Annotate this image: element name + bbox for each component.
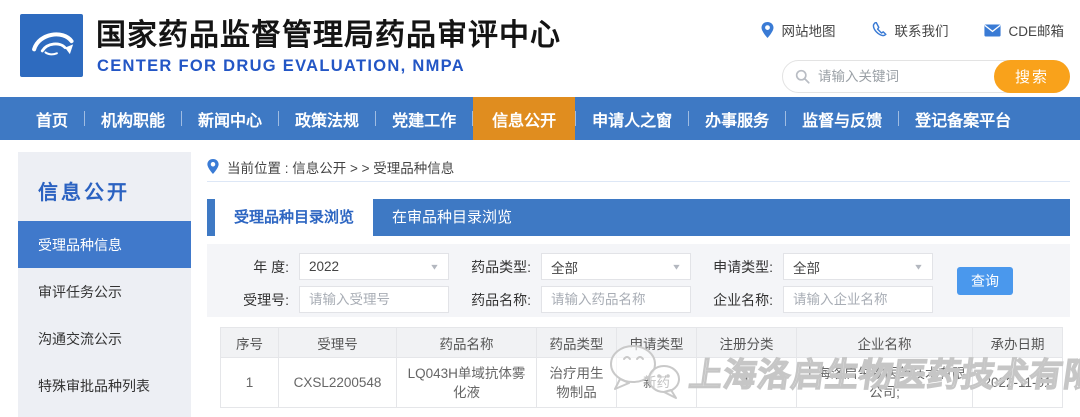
nav-item-news[interactable]: 新闻中心	[182, 97, 278, 140]
envelope-icon	[984, 24, 1001, 37]
cell-apply-type: 新药	[617, 358, 697, 408]
header-quick-links: 网站地图 联系我们 CDE邮箱	[761, 20, 1064, 40]
sidebar-item-special-approval[interactable]: 特殊审批品种列表	[18, 362, 191, 409]
search-button[interactable]: 搜索	[994, 60, 1070, 93]
drug-name-label: 药品名称:	[449, 290, 541, 310]
tab-accepted-catalog[interactable]: 受理品种目录浏览	[215, 199, 373, 236]
results-table: 序号 受理号 药品名称 药品类型 申请类型 注册分类 企业名称 承办日期 1	[220, 327, 1063, 408]
col-header-drug-name: 药品名称	[397, 328, 537, 358]
search-icon	[795, 69, 810, 84]
sidebar-item-review-tasks[interactable]: 审评任务公示	[18, 268, 191, 315]
year-label: 年 度:	[207, 257, 299, 277]
drug-type-select-value: 全部	[551, 257, 578, 277]
apply-type-select-value: 全部	[793, 257, 820, 277]
cde-logo	[20, 14, 83, 77]
col-header-company: 企业名称	[797, 328, 973, 358]
year-select[interactable]: 2022 ▼	[299, 253, 449, 280]
acceptance-no-input[interactable]	[299, 286, 449, 313]
sitemap-link[interactable]: 网站地图	[761, 20, 835, 40]
fish-swirl-icon	[26, 20, 78, 72]
nav-item-policies[interactable]: 政策法规	[279, 97, 375, 140]
query-button[interactable]: 查询	[957, 267, 1013, 295]
cde-mail-link[interactable]: CDE邮箱	[984, 20, 1064, 40]
company-name-label: 企业名称:	[691, 290, 783, 310]
location-pin-icon	[207, 159, 219, 174]
search-bar: 搜索	[782, 60, 1070, 93]
company-name-input[interactable]	[783, 286, 933, 313]
year-select-value: 2022	[309, 259, 339, 274]
breadcrumb: 当前位置 : 信息公开 > > 受理品种信息	[207, 152, 1070, 182]
cell-drug-name: LQ043H单域抗体雾化液	[397, 358, 537, 408]
chevron-down-icon: ▼	[671, 262, 682, 271]
chevron-down-icon: ▼	[429, 262, 440, 271]
cde-mail-link-label: CDE邮箱	[1008, 20, 1064, 40]
filter-row-1: 年 度: 2022 ▼ 药品类型: 全部 ▼ 申请类型: 全部 ▼	[207, 253, 1070, 280]
cell-acceptance-no: CXSL2200548	[279, 358, 397, 408]
nav-item-info-disclosure[interactable]: 信息公开	[473, 97, 575, 140]
sidebar-item-accepted-varieties[interactable]: 受理品种信息	[18, 221, 191, 268]
phone-icon	[871, 22, 887, 38]
acceptance-no-label: 受理号:	[207, 290, 299, 310]
nav-item-registration-platform[interactable]: 登记备案平台	[899, 97, 1027, 140]
contact-us-link[interactable]: 联系我们	[871, 20, 948, 40]
sidebar-item-priority-review[interactable]: 优先审评公示	[18, 409, 191, 417]
site-header: 国家药品监督管理局药品审评中心 CENTER FOR DRUG EVALUATI…	[0, 0, 1080, 97]
cell-seq: 1	[221, 358, 279, 408]
sitemap-link-label: 网站地图	[781, 20, 835, 40]
table-header-row: 序号 受理号 药品名称 药品类型 申请类型 注册分类 企业名称 承办日期	[221, 328, 1063, 358]
sidebar-item-communication[interactable]: 沟通交流公示	[18, 315, 191, 362]
sidebar-title: 信息公开	[18, 152, 191, 221]
drug-type-label: 药品类型:	[449, 257, 541, 277]
col-header-date: 承办日期	[973, 328, 1063, 358]
nav-item-supervision-feedback[interactable]: 监督与反馈	[786, 97, 898, 140]
location-pin-icon	[761, 22, 774, 38]
content-area: 当前位置 : 信息公开 > > 受理品种信息 受理品种目录浏览 在审品种目录浏览…	[207, 152, 1070, 417]
filter-panel: 年 度: 2022 ▼ 药品类型: 全部 ▼ 申请类型: 全部 ▼	[207, 244, 1070, 317]
nav-item-applicant-window[interactable]: 申请人之窗	[576, 97, 688, 140]
col-header-acceptance-no: 受理号	[279, 328, 397, 358]
tab-under-review-catalog[interactable]: 在审品种目录浏览	[373, 199, 531, 236]
drug-type-select[interactable]: 全部 ▼	[541, 253, 691, 280]
chevron-down-icon: ▼	[913, 262, 924, 271]
page: 国家药品监督管理局药品审评中心 CENTER FOR DRUG EVALUATI…	[0, 0, 1080, 417]
results-table-wrap: 序号 受理号 药品名称 药品类型 申请类型 注册分类 企业名称 承办日期 1	[220, 327, 1070, 408]
col-header-drug-type: 药品类型	[537, 328, 617, 358]
apply-type-select[interactable]: 全部 ▼	[783, 253, 933, 280]
col-header-seq: 序号	[221, 328, 279, 358]
nav-item-party-building[interactable]: 党建工作	[376, 97, 472, 140]
tab-bar: 受理品种目录浏览 在审品种目录浏览	[207, 199, 1070, 236]
contact-us-link-label: 联系我们	[894, 20, 948, 40]
main-area: 信息公开 受理品种信息 审评任务公示 沟通交流公示 特殊审批品种列表 优先审评公…	[0, 140, 1080, 417]
drug-name-input[interactable]	[541, 286, 691, 313]
nav-item-functions[interactable]: 机构职能	[85, 97, 181, 140]
breadcrumb-text: 当前位置 : 信息公开 > > 受理品种信息	[227, 157, 454, 177]
nav-item-home[interactable]: 首页	[20, 97, 84, 140]
cell-reg-class: 1	[697, 358, 797, 408]
nav-item-services[interactable]: 办事服务	[689, 97, 785, 140]
col-header-apply-type: 申请类型	[617, 328, 697, 358]
cell-company: 上海洛启生物医药技术有限公司;	[797, 358, 973, 408]
table-row: 1 CXSL2200548 LQ043H单域抗体雾化液 治疗用生物制品 新药 1…	[221, 358, 1063, 408]
sidebar: 信息公开 受理品种信息 审评任务公示 沟通交流公示 特殊审批品种列表 优先审评公…	[18, 152, 191, 417]
apply-type-label: 申请类型:	[691, 257, 783, 277]
filter-row-2: 受理号: 药品名称: 企业名称:	[207, 286, 1070, 313]
main-nav: 首页 机构职能 新闻中心 政策法规 党建工作 信息公开 申请人之窗 办事服务 监…	[0, 97, 1080, 140]
cell-drug-type: 治疗用生物制品	[537, 358, 617, 408]
site-title-chinese: 国家药品监督管理局药品审评中心	[96, 10, 561, 54]
site-title-english: CENTER FOR DRUG EVALUATION, NMPA	[97, 57, 465, 76]
cell-date: 2022-11-01	[973, 358, 1063, 408]
col-header-reg-class: 注册分类	[697, 328, 797, 358]
